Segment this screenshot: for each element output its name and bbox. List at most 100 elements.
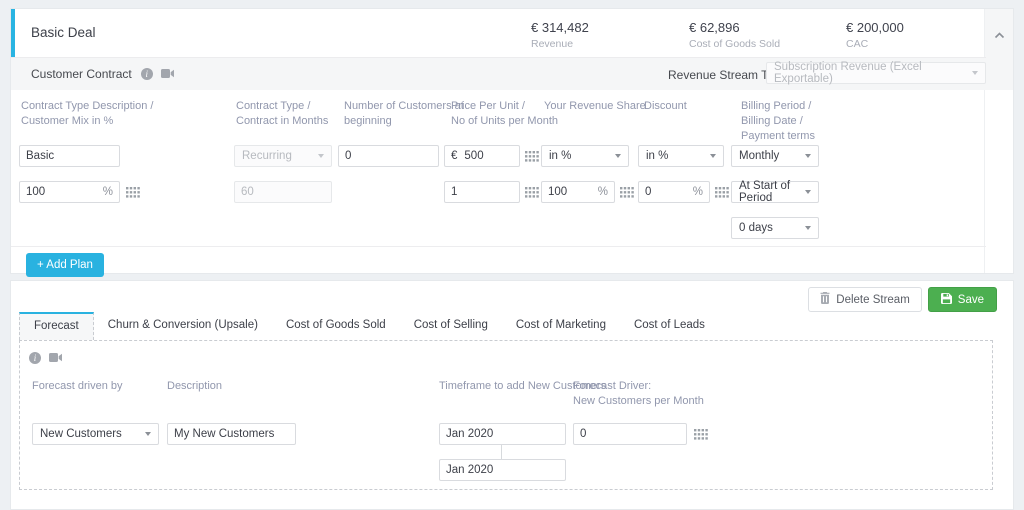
payment-terms-select[interactable]: 0 days bbox=[731, 217, 819, 239]
col-header-revenue-share: Your Revenue Share bbox=[544, 100, 646, 112]
tab-cost-of-marketing[interactable]: Cost of Marketing bbox=[502, 312, 620, 339]
discount-input[interactable] bbox=[645, 186, 689, 198]
accent-bar bbox=[11, 9, 15, 57]
col-header-discount: Discount bbox=[644, 100, 687, 112]
section-title: Customer Contract bbox=[31, 67, 132, 81]
metric-cogs-value: € 62,896 bbox=[689, 20, 740, 35]
metric-cac: € 200,000 CAC bbox=[846, 20, 904, 50]
add-plan-button[interactable]: + Add Plan bbox=[26, 253, 104, 277]
revenue-stream-card: Basic Deal € 314,482 Revenue € 62,896 Co… bbox=[10, 8, 1014, 277]
col-header-price: Price Per Unit / No of Units per Month bbox=[451, 100, 558, 127]
customer-contract-header: Customer Contract Revenue Stream Type Su… bbox=[11, 57, 986, 90]
customer-mix-field: % bbox=[19, 181, 120, 203]
forecast-driver-input[interactable] bbox=[573, 423, 687, 445]
tab-churn-conversion[interactable]: Churn & Conversion (Upsale) bbox=[94, 312, 272, 339]
billing-date-select[interactable]: At Start of Period bbox=[731, 180, 819, 204]
delete-stream-button[interactable]: Delete Stream bbox=[808, 287, 922, 312]
stream-detail-card: Delete Stream Save Forecast Churn & Conv… bbox=[10, 280, 1014, 510]
billing-period-select[interactable]: Monthly bbox=[731, 145, 819, 167]
customer-mix-grid-button[interactable] bbox=[126, 186, 140, 198]
forecast-driven-by-value: New Customers bbox=[40, 428, 122, 440]
collapse-rail bbox=[984, 9, 1013, 273]
contract-type-value: Recurring bbox=[242, 150, 292, 162]
tab-cost-of-goods-sold[interactable]: Cost of Goods Sold bbox=[272, 312, 400, 339]
forecast-driver-grid-button[interactable] bbox=[694, 428, 708, 440]
label-forecast-driver: Forecast Driver: New Customers per Month bbox=[573, 380, 704, 407]
chevron-down-icon bbox=[972, 71, 978, 75]
info-icon[interactable] bbox=[29, 352, 41, 364]
detail-tabs: Forecast Churn & Conversion (Upsale) Cos… bbox=[19, 312, 719, 340]
chevron-down-icon bbox=[805, 226, 811, 230]
chevron-down-icon bbox=[805, 154, 811, 158]
customer-mix-input[interactable] bbox=[26, 186, 99, 198]
save-icon bbox=[940, 292, 952, 307]
tab-cost-of-selling[interactable]: Cost of Selling bbox=[400, 312, 502, 339]
metric-revenue-value: € 314,482 bbox=[531, 20, 589, 35]
forecast-panel: Forecast driven by Description Timeframe… bbox=[19, 340, 993, 490]
metric-cac-label: CAC bbox=[846, 38, 869, 50]
discount-unit-select[interactable]: in % bbox=[638, 145, 724, 167]
delete-stream-label: Delete Stream bbox=[836, 293, 910, 306]
revenue-share-unit-select[interactable]: in % bbox=[541, 145, 629, 167]
contract-months-input bbox=[234, 181, 332, 203]
stream-actions: Delete Stream Save bbox=[808, 287, 997, 312]
chevron-down-icon bbox=[318, 154, 324, 158]
percent-suffix: % bbox=[597, 186, 608, 198]
save-label: Save bbox=[957, 293, 984, 306]
contract-type-select: Recurring bbox=[234, 145, 332, 167]
divider bbox=[11, 246, 986, 247]
discount-unit-value: in % bbox=[646, 150, 669, 162]
timeframe-end-input[interactable] bbox=[439, 459, 566, 481]
video-tutorial-icon[interactable] bbox=[49, 349, 62, 367]
col-header-contract-type: Contract Type / Contract in Months bbox=[236, 100, 329, 127]
col-header-description-mix: Contract Type Description / Customer Mix… bbox=[21, 100, 154, 127]
save-button[interactable]: Save bbox=[927, 287, 997, 312]
chevron-down-icon bbox=[145, 432, 151, 436]
chevron-down-icon bbox=[710, 154, 716, 158]
percent-suffix: % bbox=[692, 186, 703, 198]
video-tutorial-icon[interactable] bbox=[160, 65, 174, 83]
price-grid-button[interactable] bbox=[525, 150, 539, 162]
payment-terms-value: 0 days bbox=[739, 222, 773, 234]
billing-date-value: At Start of Period bbox=[739, 180, 791, 204]
metric-cac-value: € 200,000 bbox=[846, 20, 904, 35]
revenue-share-unit-value: in % bbox=[549, 150, 572, 162]
tab-cost-of-leads[interactable]: Cost of Leads bbox=[620, 312, 719, 339]
label-description: Description bbox=[167, 380, 223, 392]
contract-description-input[interactable] bbox=[19, 145, 120, 167]
percent-suffix: % bbox=[102, 186, 113, 198]
col-header-billing: Billing Period / Billing Date / Payment … bbox=[741, 100, 815, 142]
customers-beginning-input[interactable] bbox=[338, 145, 439, 167]
billing-period-value: Monthly bbox=[739, 150, 780, 162]
info-icon[interactable] bbox=[140, 68, 153, 80]
chevron-down-icon bbox=[805, 190, 811, 194]
tab-forecast[interactable]: Forecast bbox=[19, 312, 94, 340]
timeframe-connector-line bbox=[501, 445, 502, 460]
forecast-driven-by-select[interactable]: New Customers bbox=[32, 423, 159, 445]
deal-title: Basic Deal bbox=[31, 25, 96, 40]
collapse-button[interactable] bbox=[985, 9, 1013, 90]
metric-revenue: € 314,482 Revenue bbox=[531, 20, 589, 50]
revenue-share-input[interactable] bbox=[548, 186, 594, 198]
chevron-up-icon bbox=[994, 26, 1005, 90]
label-forecast-driven-by: Forecast driven by bbox=[32, 380, 123, 392]
units-grid-button[interactable] bbox=[525, 186, 539, 198]
revenue-share-grid-button[interactable] bbox=[620, 186, 634, 198]
discount-field: % bbox=[638, 181, 710, 203]
units-per-month-input[interactable] bbox=[444, 181, 520, 203]
forecast-description-input[interactable] bbox=[167, 423, 296, 445]
chevron-down-icon bbox=[615, 154, 621, 158]
metric-cogs-label: Cost of Goods Sold bbox=[689, 38, 781, 50]
trash-icon bbox=[820, 292, 830, 307]
metric-cogs: € 62,896 Cost of Goods Sold bbox=[689, 20, 780, 50]
price-per-unit-field: € bbox=[444, 145, 520, 167]
currency-prefix: € bbox=[451, 150, 458, 162]
timeframe-start-input[interactable] bbox=[439, 423, 566, 445]
revenue-stream-type-select: Subscription Revenue (Excel Exportable) bbox=[766, 61, 986, 85]
discount-grid-button[interactable] bbox=[715, 186, 729, 198]
col-header-customers: Number of Customers at beginning bbox=[344, 100, 464, 127]
forecast-panel-icons bbox=[29, 349, 62, 367]
metric-revenue-label: Revenue bbox=[531, 38, 574, 50]
price-per-unit-input[interactable] bbox=[464, 150, 513, 162]
revenue-share-field: % bbox=[541, 181, 615, 203]
